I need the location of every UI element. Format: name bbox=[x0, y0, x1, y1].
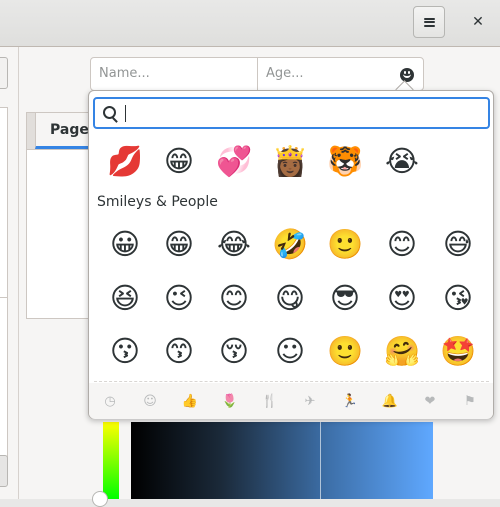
category-bar: ◷ ☺ 👍 🌷 🍴 ✈ 🏃 🔔 ❤ ⚑ bbox=[89, 383, 493, 419]
smiley-emoji[interactable]: 😅 bbox=[438, 224, 478, 264]
category-activities-icon[interactable]: 🏃 bbox=[339, 390, 361, 412]
smiley-emoji[interactable]: 😆 bbox=[105, 278, 145, 318]
category-symbols-icon[interactable]: ❤ bbox=[419, 390, 441, 412]
smiley-emoji[interactable]: 🤗 bbox=[382, 331, 422, 371]
smiley-emoji[interactable]: 🤩 bbox=[438, 331, 478, 371]
smiley-emoji[interactable]: 😉 bbox=[159, 278, 199, 318]
name-field[interactable]: Name... bbox=[90, 57, 258, 91]
smiley-emoji[interactable]: 😘 bbox=[438, 278, 478, 318]
hue-slider[interactable] bbox=[103, 422, 119, 499]
recent-emoji[interactable]: 😁 bbox=[159, 141, 199, 181]
menu-button[interactable] bbox=[413, 6, 445, 38]
header-bar: ✕ bbox=[0, 0, 500, 47]
left-panel bbox=[0, 107, 8, 299]
smiley-emoji[interactable]: 😙 bbox=[159, 331, 199, 371]
smiley-emoji[interactable]: 😊 bbox=[214, 278, 254, 318]
category-recent-icon[interactable]: ◷ bbox=[99, 390, 121, 412]
smiley-emoji[interactable]: 🤣 bbox=[270, 224, 310, 264]
color-plane[interactable] bbox=[131, 422, 433, 499]
emoji-chooser-popover: Smileys & People ◷ ☺ 👍 🌷 🍴 ✈ 🏃 🔔 ❤ ⚑ 💋 😁 💞 👸🏾 🐯 😭 😀 😁 😂 🤣 🙂… bbox=[88, 90, 494, 419]
age-placeholder: Age... bbox=[266, 66, 304, 81]
recent-emoji[interactable]: 💞 bbox=[214, 141, 254, 181]
emoji-smiley-icon[interactable] bbox=[400, 68, 414, 82]
name-placeholder: Name... bbox=[99, 66, 150, 81]
recent-emoji[interactable]: 💋 bbox=[105, 141, 145, 181]
emoji-search-input[interactable] bbox=[93, 97, 490, 129]
smiley-emoji[interactable]: 😀 bbox=[105, 224, 145, 264]
smiley-emoji[interactable]: 😍 bbox=[382, 278, 422, 318]
category-nature-icon[interactable]: 🌷 bbox=[219, 390, 241, 412]
smiley-emoji[interactable]: ☺ bbox=[270, 331, 310, 371]
smiley-emoji[interactable]: 😁 bbox=[159, 224, 199, 264]
hue-slider-knob[interactable] bbox=[92, 491, 108, 507]
smiley-emoji[interactable]: 😋 bbox=[270, 278, 310, 318]
category-travel-icon[interactable]: ✈ bbox=[299, 390, 321, 412]
smiley-emoji[interactable]: 🙂 bbox=[325, 331, 365, 371]
hamburger-menu-icon bbox=[423, 17, 435, 27]
recent-emoji[interactable]: 🐯 bbox=[325, 141, 365, 181]
smiley-emoji[interactable]: 🙂 bbox=[325, 224, 365, 264]
recent-emoji[interactable]: 👸🏾 bbox=[270, 141, 310, 181]
left-panel-lower bbox=[0, 297, 8, 459]
category-flags-icon[interactable]: ⚑ bbox=[459, 390, 481, 412]
smiley-emoji[interactable]: 😂 bbox=[214, 224, 254, 264]
category-food-icon[interactable]: 🍴 bbox=[259, 390, 281, 412]
smiley-emoji[interactable]: 😎 bbox=[325, 278, 365, 318]
category-smileys-people-icon[interactable]: ☺ bbox=[139, 390, 161, 412]
color-plane-divider bbox=[320, 422, 321, 499]
category-body-icon[interactable]: 👍 bbox=[179, 390, 201, 412]
left-button[interactable] bbox=[0, 57, 8, 89]
smiley-emoji[interactable]: 😚 bbox=[214, 331, 254, 371]
grid-separator bbox=[94, 381, 489, 382]
search-icon bbox=[103, 106, 116, 119]
pane-separator[interactable] bbox=[18, 47, 19, 499]
recent-emoji[interactable]: 😭 bbox=[382, 141, 422, 181]
smiley-emoji[interactable]: 😗 bbox=[105, 331, 145, 371]
left-button-lower[interactable] bbox=[0, 455, 8, 487]
smiley-emoji[interactable]: 😊 bbox=[382, 224, 422, 264]
text-caret bbox=[125, 105, 126, 122]
close-button[interactable]: ✕ bbox=[462, 6, 494, 38]
close-icon: ✕ bbox=[472, 14, 484, 30]
category-objects-icon[interactable]: 🔔 bbox=[379, 390, 401, 412]
section-title-smileys: Smileys & People bbox=[97, 194, 218, 210]
